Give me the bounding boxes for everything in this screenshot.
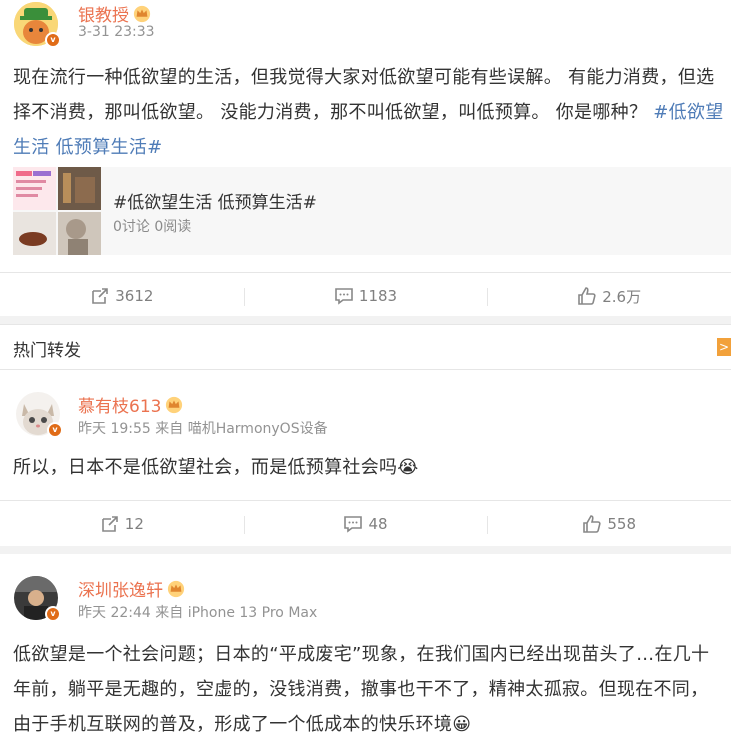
- topic-card[interactable]: #低欲望生活 低预算生活# 0讨论 0阅读: [13, 167, 731, 255]
- crown-icon: [166, 396, 183, 414]
- crown-icon: [167, 580, 185, 598]
- post-time[interactable]: 3-31 23:33: [78, 24, 155, 40]
- repost-meta: 昨天 22:44 来自 iPhone 13 Pro Max: [78, 605, 318, 621]
- repost-text: 所以，日本不是低欲望社会，而是低预算社会吗😭: [13, 457, 419, 478]
- hot-reposts-header[interactable]: 热门转发 >: [0, 324, 731, 370]
- divider-line: [0, 272, 731, 273]
- section-divider: [0, 316, 731, 324]
- like-count: 558: [607, 515, 636, 533]
- like-button[interactable]: 558: [487, 514, 731, 534]
- topic-thumbnail: [13, 167, 101, 255]
- comment-icon: [335, 288, 353, 305]
- comment-icon: [344, 516, 363, 533]
- repost-count: 12: [124, 515, 144, 533]
- repost-meta: 昨天 19:55 来自 喵机HarmonyOS设备: [78, 421, 328, 437]
- comment-button[interactable]: 1183: [243, 286, 488, 306]
- post-action-bar: 3612 1183 2.6万: [0, 274, 731, 318]
- like-count: 2.6万: [602, 287, 642, 306]
- chevron-right-icon[interactable]: >: [717, 338, 731, 356]
- repost-icon: [92, 288, 109, 304]
- verified-badge-icon: v: [45, 32, 61, 48]
- verified-badge-icon: v: [45, 606, 61, 622]
- repost-icon: [101, 516, 118, 532]
- like-icon: [583, 515, 601, 533]
- like-icon: [578, 287, 596, 305]
- repost-action-bar: 12 48 558: [0, 502, 731, 546]
- divider-line: [0, 500, 731, 501]
- verified-badge-icon: v: [47, 422, 63, 438]
- like-button[interactable]: 2.6万: [487, 286, 731, 307]
- avatar[interactable]: v: [16, 392, 63, 438]
- author-name[interactable]: 深圳张逸轩: [78, 576, 185, 601]
- repost-text: 低欲望是一个社会问题；日本的“平成废宅”现象，在我们国内已经出现苗头了…在几十年…: [13, 644, 710, 735]
- repost-count: 3612: [115, 287, 154, 305]
- author-name-text[interactable]: 深圳张逸轩: [78, 581, 163, 601]
- post-text: 现在流行一种低欲望的生活，但我觉得大家对低欲望可能有些误解。 有能力消费，但选择…: [13, 60, 725, 165]
- post-text-main: 现在流行一种低欲望的生活，但我觉得大家对低欲望可能有些误解。 有能力消费，但选择…: [13, 67, 715, 123]
- section-divider: [0, 546, 731, 554]
- avatar[interactable]: v: [14, 2, 61, 48]
- topic-stats: 0讨论 0阅读: [113, 219, 192, 235]
- author-name[interactable]: 银教授: [78, 1, 151, 26]
- author-name-text[interactable]: 慕有枝613: [78, 397, 161, 417]
- author-name-text[interactable]: 银教授: [78, 6, 129, 26]
- repost-button[interactable]: 3612: [0, 286, 244, 306]
- comment-count: 1183: [358, 287, 398, 305]
- comment-button[interactable]: 48: [243, 514, 488, 534]
- crown-icon: [133, 5, 151, 23]
- avatar[interactable]: v: [14, 576, 61, 622]
- author-name[interactable]: 慕有枝613: [78, 392, 183, 417]
- topic-title[interactable]: #低欲望生活 低预算生活#: [113, 188, 317, 213]
- hot-reposts-label: 热门转发: [13, 341, 81, 361]
- comment-count: 48: [368, 515, 388, 533]
- repost-button[interactable]: 12: [0, 514, 244, 534]
